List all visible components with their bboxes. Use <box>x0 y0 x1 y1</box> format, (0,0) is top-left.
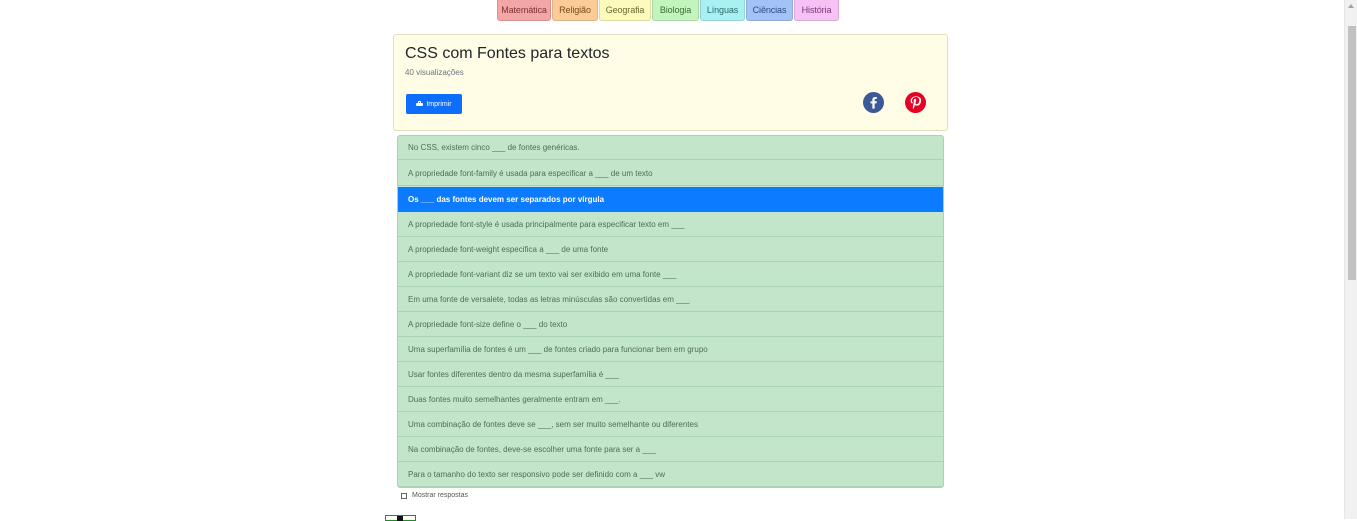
scroll-up-icon[interactable] <box>1348 4 1354 8</box>
header-card: CSS com Fontes para textos 40 visualizaç… <box>393 34 948 131</box>
question-item-active[interactable]: Os ___ das fontes devem ser separados po… <box>398 187 943 212</box>
question-item[interactable]: A propriedade font-style é usada princip… <box>398 212 943 237</box>
print-label: Imprimir <box>426 100 452 108</box>
subject-nav: Matemática Religião Geografia Biologia L… <box>497 0 839 21</box>
question-item[interactable]: A propriedade font-family é usada para e… <box>398 161 943 186</box>
tab-matematica[interactable]: Matemática <box>497 0 551 21</box>
question-item[interactable]: Uma superfamília de fontes é um ___ de f… <box>398 337 943 362</box>
question-item[interactable]: Uma combinação de fontes deve se ___, se… <box>398 412 943 437</box>
tab-biologia[interactable]: Biologia <box>652 0 699 21</box>
pinterest-icon[interactable] <box>905 92 926 113</box>
show-answers-toggle[interactable]: Mostrar respostas <box>401 492 468 499</box>
tab-historia[interactable]: História <box>794 0 839 21</box>
question-item[interactable]: A propriedade font-weight especifica a _… <box>398 237 943 262</box>
tab-ciencias[interactable]: Ciências <box>746 0 793 21</box>
bottom-image <box>385 515 416 521</box>
question-list: No CSS, existem cinco ___ de fontes gené… <box>397 135 944 488</box>
scroll-thumb[interactable] <box>1348 26 1356 280</box>
show-answers-label: Mostrar respostas <box>412 492 469 499</box>
tab-geografia[interactable]: Geografia <box>599 0 651 21</box>
printer-icon <box>416 101 424 107</box>
question-item[interactable]: A propriedade font-size define o ___ do … <box>398 312 943 337</box>
question-item[interactable]: Em uma fonte de versalete, todas as letr… <box>398 287 943 312</box>
question-item[interactable]: Para o tamanho do texto ser responsivo p… <box>398 462 943 487</box>
facebook-icon[interactable] <box>863 92 884 113</box>
page-scrollbar[interactable] <box>1344 0 1357 519</box>
question-item[interactable]: Duas fontes muito semelhantes geralmente… <box>398 387 943 412</box>
print-button[interactable]: Imprimir <box>406 94 462 114</box>
tab-religiao[interactable]: Religião <box>552 0 598 21</box>
show-answers-checkbox[interactable] <box>401 492 407 499</box>
tab-linguas[interactable]: Línguas <box>700 0 745 21</box>
question-item[interactable]: Na combinação de fontes, deve-se escolhe… <box>398 437 943 462</box>
question-item[interactable]: A propriedade font-variant diz se um tex… <box>398 262 943 287</box>
view-count: 40 visualizações <box>405 68 464 77</box>
question-item[interactable]: Usar fontes diferentes dentro da mesma s… <box>398 362 943 387</box>
question-item[interactable]: No CSS, existem cinco ___ de fontes gené… <box>398 136 943 160</box>
page-title: CSS com Fontes para textos <box>405 45 610 62</box>
